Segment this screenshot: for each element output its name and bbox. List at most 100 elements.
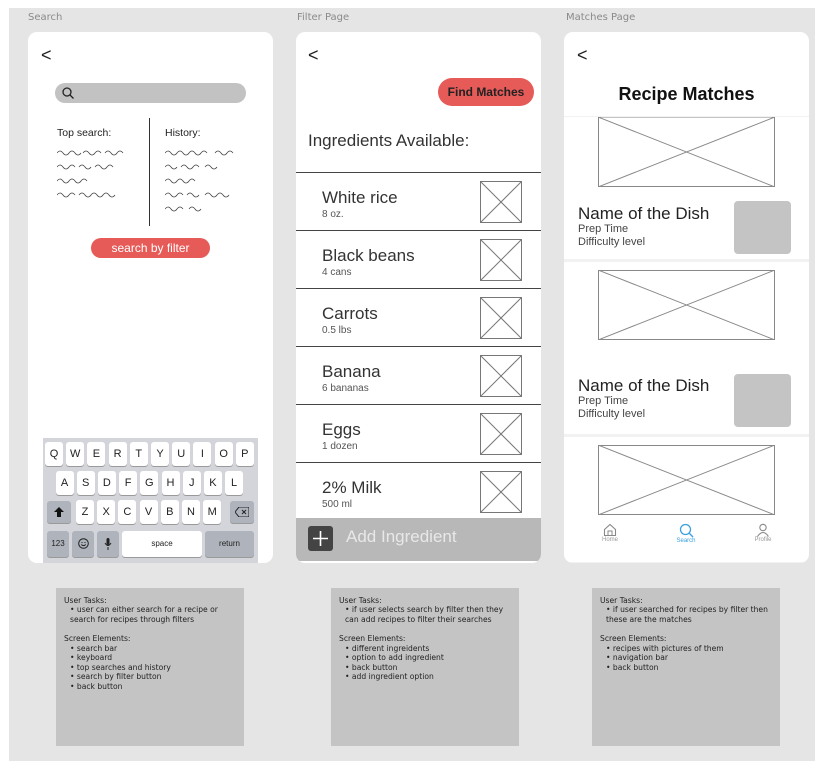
recipe-card[interactable]: Name of the Dish Prep Time Difficulty le… — [564, 262, 809, 434]
key-y[interactable]: Y — [151, 442, 169, 466]
note-tasks-title: User Tasks: — [64, 596, 107, 605]
nav-search[interactable]: Search — [661, 523, 711, 544]
ingredient-name: Eggs — [322, 420, 361, 439]
recipe-card[interactable] — [564, 437, 809, 515]
note-element: navigation bar — [606, 653, 772, 662]
note-tasks-title: User Tasks: — [600, 596, 643, 605]
ingredient-name: Banana — [322, 362, 381, 381]
emoji-key[interactable] — [72, 531, 94, 557]
note-element: option to add ingredient — [345, 653, 511, 662]
filter-screen: < Find Matches Ingredients Available: Wh… — [296, 32, 541, 563]
add-ingredient-label: Add Ingredient — [346, 527, 457, 546]
key-k[interactable]: K — [203, 471, 222, 495]
search-by-filter-button[interactable]: search by filter — [91, 238, 210, 258]
keyboard: QWERTYUIOP ASDFGHJKL ZXCVBNM 123 space r… — [43, 438, 258, 563]
difficulty-level: Difficulty level — [578, 408, 646, 420]
nav-home[interactable]: Home — [585, 523, 635, 543]
key-g[interactable]: G — [140, 471, 159, 495]
note-elements-title: Screen Elements: — [339, 634, 406, 644]
key-r[interactable]: R — [108, 442, 127, 466]
history-label: History: — [165, 127, 201, 139]
search-screen: < Top search: History: search by filter … — [28, 32, 273, 563]
key-d[interactable]: D — [97, 471, 116, 495]
return-key[interactable]: return — [205, 531, 254, 557]
key-i[interactable]: I — [193, 442, 212, 466]
note-elements-title: Screen Elements: — [600, 634, 667, 644]
ingredient-row[interactable]: Banana 6 bananas — [296, 346, 541, 404]
back-button[interactable]: < — [308, 46, 319, 64]
backspace-key[interactable] — [230, 501, 254, 523]
recipe-image-placeholder — [598, 270, 775, 340]
note-element: add ingredient option — [345, 672, 511, 681]
key-a[interactable]: A — [55, 471, 74, 495]
backspace-icon — [234, 506, 250, 518]
key-f[interactable]: F — [119, 471, 138, 495]
ingredient-name: White rice — [322, 188, 398, 207]
ingredient-row[interactable]: Black beans 4 cans — [296, 230, 541, 288]
key-m[interactable]: M — [203, 500, 222, 524]
note-task: if user searched for recipes by filter t… — [606, 605, 772, 624]
key-e[interactable]: E — [87, 442, 106, 466]
key-q[interactable]: Q — [45, 442, 63, 466]
add-ingredient-button[interactable]: Add Ingredient — [296, 518, 541, 561]
note-element: search by filter button — [70, 672, 236, 681]
note-elements-title: Screen Elements: — [64, 634, 131, 644]
note-task: user can either search for a recipe or s… — [70, 605, 236, 624]
find-matches-button[interactable]: Find Matches — [438, 78, 534, 106]
key-b[interactable]: B — [160, 500, 179, 524]
ingredient-row[interactable]: Eggs 1 dozen — [296, 404, 541, 462]
prep-time: Prep Time — [578, 223, 629, 235]
ingredient-quantity: 4 cans — [322, 267, 352, 278]
back-button[interactable]: < — [41, 46, 52, 64]
frame-title-search: Search — [28, 12, 63, 23]
key-u[interactable]: U — [172, 442, 191, 466]
key-h[interactable]: H — [161, 471, 180, 495]
nav-profile-label: Profile — [754, 537, 772, 543]
top-searches-list — [57, 150, 124, 198]
shift-icon — [54, 507, 64, 517]
microphone-key[interactable] — [97, 531, 119, 557]
ingredient-quantity: 0.5 lbs — [322, 325, 352, 336]
key-n[interactable]: N — [182, 500, 200, 524]
matches-screen: < Recipe Matches Name of the Dish Prep T… — [564, 32, 809, 563]
key-x[interactable]: X — [97, 500, 116, 524]
dish-thumbnail — [734, 374, 791, 427]
back-button[interactable]: < — [577, 46, 588, 64]
prep-time: Prep Time — [578, 395, 629, 407]
ingredient-row[interactable]: White rice 8 oz. — [296, 172, 541, 230]
nav-search-label: Search — [676, 538, 696, 544]
key-w[interactable]: W — [66, 442, 85, 466]
ingredient-name: 2% Milk — [322, 478, 382, 497]
home-icon — [603, 523, 617, 537]
ingredient-row[interactable]: 2% Milk 500 ml — [296, 462, 541, 520]
key-z[interactable]: Z — [76, 500, 94, 524]
note-element: back button — [606, 663, 772, 672]
frame-title-filter: Filter Page — [297, 12, 350, 23]
ingredient-quantity: 8 oz. — [322, 209, 344, 220]
nav-profile[interactable]: Profile — [738, 523, 788, 543]
key-o[interactable]: O — [214, 442, 233, 466]
note-filter: User Tasks: if user selects search by fi… — [331, 588, 519, 746]
search-input[interactable] — [55, 83, 246, 103]
ingredient-image-placeholder — [480, 355, 522, 397]
shift-key[interactable] — [47, 501, 71, 523]
key-j[interactable]: J — [182, 471, 201, 495]
key-t[interactable]: T — [129, 442, 148, 466]
key-l[interactable]: L — [225, 471, 244, 495]
key-p[interactable]: P — [235, 442, 254, 466]
top-search-label: Top search: — [57, 127, 112, 139]
ingredients-heading: Ingredients Available: — [308, 131, 470, 150]
key-s[interactable]: S — [76, 471, 95, 495]
key-c[interactable]: C — [118, 500, 137, 524]
history-list — [165, 150, 234, 212]
ingredient-image-placeholder — [480, 297, 522, 339]
ingredient-row[interactable]: Carrots 0.5 lbs — [296, 288, 541, 346]
numbers-key[interactable]: 123 — [47, 531, 69, 557]
key-v[interactable]: V — [139, 500, 158, 524]
difficulty-level: Difficulty level — [578, 236, 646, 248]
recipe-card[interactable]: Name of the Dish Prep Time Difficulty le… — [564, 117, 809, 259]
space-key[interactable]: space — [122, 531, 202, 557]
ingredient-image-placeholder — [480, 239, 522, 281]
recipe-image-placeholder — [598, 445, 775, 515]
ingredient-image-placeholder — [480, 471, 522, 513]
